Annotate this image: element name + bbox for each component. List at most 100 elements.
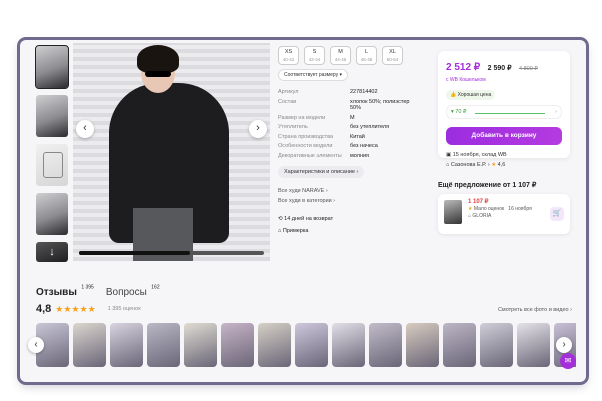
thumbnail-column: ↓	[35, 45, 72, 262]
size-option[interactable]: M 44-46	[330, 46, 351, 65]
review-photo[interactable]	[147, 323, 180, 367]
spec-row: Утеплитель без утеплителя	[278, 124, 428, 131]
chat-icon[interactable]: ✉	[560, 353, 576, 369]
trend-line	[475, 113, 545, 114]
size-label: XL	[389, 49, 396, 55]
review-photo[interactable]	[369, 323, 402, 367]
offer-seller: GLORIA	[472, 213, 492, 219]
see-all-media-link[interactable]: Смотреть все фото и видео ›	[498, 307, 572, 313]
cart-icon[interactable]: 🛒	[550, 207, 564, 221]
size-option[interactable]: L 46-48	[356, 46, 377, 65]
size-option[interactable]: XS 40-42	[278, 46, 299, 65]
review-photo[interactable]	[258, 323, 291, 367]
size-selector: XS 40-42 S 42-44 M 44-46 L 46-48 XL 50-54	[278, 46, 428, 65]
seller-name: Сазонова Е.Р.	[450, 162, 487, 168]
questions-tab[interactable]: Вопросы 162	[106, 282, 160, 300]
spec-row: Страна производства Китай	[278, 134, 428, 141]
product-page: ↓ ‹ › XS 40-42 S 42-44 M 44-46 L 46-48 XL 50-54 С…	[20, 40, 586, 382]
service-info: ⟲ 14 дней на возврат ⌂ Примерка	[278, 216, 428, 234]
offer-price: 1 107 ₽	[468, 199, 489, 205]
category-link[interactable]: Все худи в категории ›	[278, 198, 428, 204]
review-photo[interactable]	[443, 323, 476, 367]
return-icon: ⟲	[278, 216, 283, 222]
hanger-icon: ⌂	[278, 228, 282, 234]
spec-value: хлопок 50%; полиэстер 50%	[350, 98, 410, 112]
wallet-text: с WB Кошельком	[446, 77, 486, 83]
product-info: XS 40-42 S 42-44 M 44-46 L 46-48 XL 50-54 Соответ…	[278, 46, 428, 240]
price-trend[interactable]: ▾ 70 ₽ ›	[446, 105, 562, 119]
review-photo[interactable]	[480, 323, 513, 367]
characteristics-button[interactable]: Характеристики и описание ›	[278, 166, 365, 178]
wallet-label[interactable]: с WB Кошельком	[446, 77, 562, 83]
review-photo[interactable]	[332, 323, 365, 367]
questions-count: 162	[151, 284, 160, 291]
video-progress-fill	[79, 251, 190, 255]
thumbnail-1[interactable]	[35, 45, 69, 89]
spec-key: Состав	[278, 98, 297, 105]
spec-value: M	[350, 114, 355, 121]
thumbnail-4[interactable]	[36, 193, 68, 235]
thumbs-up-icon: 👍	[450, 92, 457, 98]
offer-note: Мало оценок	[473, 206, 505, 212]
thumbnail-2[interactable]	[36, 95, 68, 137]
size-range: 50-54	[386, 57, 399, 62]
spec-key: Декоративные элементы	[278, 152, 342, 159]
price-old: 4 800 ₽	[519, 66, 538, 72]
chevron-right-icon[interactable]: ›	[556, 337, 572, 353]
chevron-left-icon[interactable]: ‹	[76, 120, 94, 138]
model-sunglasses	[145, 71, 171, 77]
add-to-cart-button[interactable]: Добавить в корзину	[446, 127, 562, 145]
review-photos-strip	[36, 323, 576, 367]
spec-key: Особенности модели	[278, 143, 333, 149]
review-photo[interactable]	[295, 323, 328, 367]
price-regular: 2 590 ₽	[487, 65, 512, 72]
delivery-text: 15 ноября, склад WB	[452, 152, 507, 158]
review-photo[interactable]	[221, 323, 254, 367]
review-photo[interactable]	[184, 323, 217, 367]
price-card: 2 512 ₽ 2 590 ₽ 4 800 ₽ с WB Кошельком 👍…	[438, 51, 570, 168]
spec-table: Артикул 227814402 Состав хлопок 50%; полиэс…	[278, 89, 428, 159]
characteristics-label: Характеристики и описание	[284, 169, 355, 175]
better-offer-title: Ещё предложение от 1 107 ₽	[438, 182, 537, 189]
delivery-info: ▣ 15 ноября, склад WB ⌂ Сазонова Е.Р. › …	[446, 152, 562, 168]
offer-thumbnail	[444, 200, 462, 224]
price-wallet: 2 512 ₽	[446, 62, 481, 73]
fitting-label: Примерка	[282, 228, 309, 234]
video-progress-bar[interactable]	[79, 251, 264, 255]
return-info: ⟲ 14 дней на возврат	[278, 216, 428, 222]
thumbnail-3[interactable]	[36, 144, 68, 186]
chevron-left-icon[interactable]: ‹	[28, 337, 44, 353]
seller-info[interactable]: ⌂ Сазонова Е.Р. › ★ 4,6	[446, 162, 562, 168]
spec-key: Размер на модели	[278, 114, 326, 121]
chevron-right-icon[interactable]: ›	[249, 120, 267, 138]
size-range: 44-46	[334, 57, 347, 62]
offer-date: 16 ноября	[508, 206, 532, 212]
reviews-tab[interactable]: Отзывы 1 395	[36, 282, 94, 300]
category-link-label: Все худи в категории	[278, 198, 332, 204]
seller-rating: 4,6	[497, 162, 506, 168]
size-option[interactable]: S 42-44	[304, 46, 325, 65]
spec-value: без утеплителя	[350, 124, 390, 130]
size-fit-label: Соответствует размеру	[284, 72, 339, 78]
spec-row: Артикул 227814402	[278, 89, 428, 96]
review-photo[interactable]	[517, 323, 550, 367]
spec-row: Размер на модели M	[278, 115, 428, 122]
spec-row: Декоративные элементы молния	[278, 153, 428, 160]
main-photo[interactable]	[73, 43, 270, 261]
review-photo[interactable]	[406, 323, 439, 367]
star-icon: ★	[468, 206, 473, 212]
size-range: 42-44	[308, 57, 321, 62]
review-photo[interactable]	[73, 323, 106, 367]
spec-key: Утеплитель	[278, 124, 308, 130]
better-offer-card[interactable]: 1 107 ₽ ★ Мало оценок 16 ноября ⌂ GLORIA…	[438, 194, 570, 234]
size-fit-chip[interactable]: Соответствует размеру ▾	[278, 69, 349, 81]
thumbnail-down-icon[interactable]: ↓	[36, 242, 68, 262]
size-option[interactable]: XL 50-54	[382, 46, 403, 65]
delivery-date: ▣ 15 ноября, склад WB	[446, 152, 562, 158]
spec-row: Особенности модели без начеса	[278, 143, 428, 150]
review-photo[interactable]	[110, 323, 143, 367]
good-price-badge: 👍 Хорошая цена	[446, 90, 496, 100]
star-icon: ★	[491, 162, 497, 168]
brand-link[interactable]: Все худи NARAVE ›	[278, 188, 428, 194]
star-rating-icon: ★★★★★	[55, 303, 96, 314]
